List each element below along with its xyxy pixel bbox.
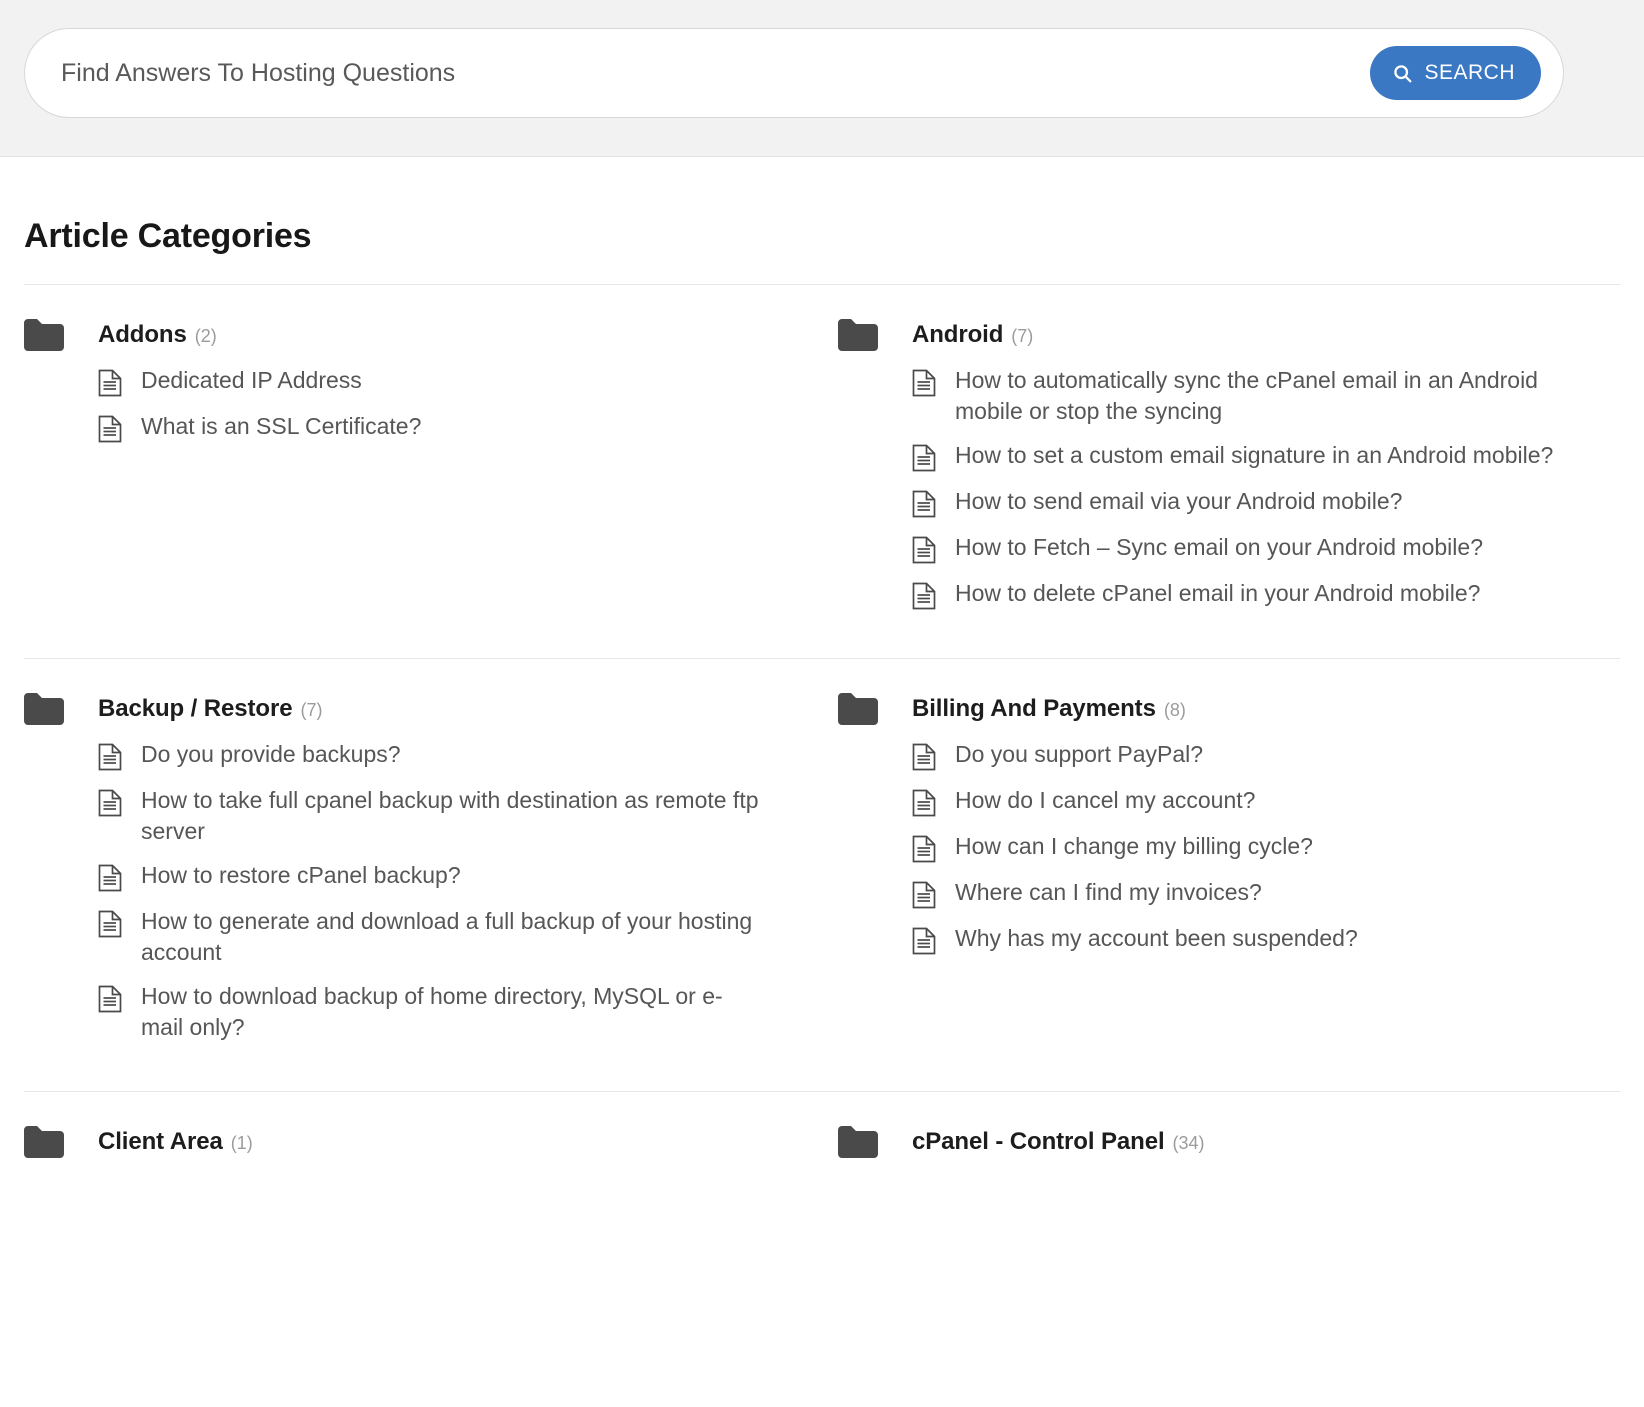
- list-item[interactable]: Where can I find my invoices?: [912, 877, 1580, 909]
- category-count: (2): [194, 326, 217, 346]
- list-item[interactable]: How to send email via your Android mobil…: [912, 486, 1580, 518]
- article-link[interactable]: How to set a custom email signature in a…: [955, 440, 1553, 471]
- article-list: Dedicated IP Address What is an SSL Cert…: [24, 365, 782, 443]
- document-icon: [912, 536, 938, 564]
- article-list: Do you support PayPal? How do I cancel m…: [838, 739, 1580, 955]
- document-icon: [912, 743, 938, 771]
- category-header[interactable]: Android (7): [838, 319, 1580, 351]
- document-icon: [98, 910, 124, 938]
- document-icon: [912, 881, 938, 909]
- article-link[interactable]: How to download backup of home directory…: [141, 981, 761, 1042]
- category-block-billing-and-payments: Billing And Payments (8) Do you support …: [822, 659, 1620, 1090]
- list-item[interactable]: How to download backup of home directory…: [98, 981, 782, 1042]
- page-title: Article Categories: [24, 217, 312, 255]
- article-link[interactable]: Where can I find my invoices?: [955, 877, 1262, 908]
- folder-icon: [24, 693, 68, 726]
- category-row: Client Area (1) cPanel - Control Panel (…: [24, 1092, 1620, 1158]
- list-item[interactable]: What is an SSL Certificate?: [98, 411, 782, 443]
- article-link[interactable]: What is an SSL Certificate?: [141, 411, 421, 442]
- list-item[interactable]: How to Fetch – Sync email on your Androi…: [912, 532, 1580, 564]
- category-header[interactable]: cPanel - Control Panel (34): [838, 1125, 1580, 1158]
- list-item[interactable]: How to generate and download a full back…: [98, 906, 782, 967]
- document-icon: [912, 582, 938, 610]
- category-title: Addons: [98, 321, 187, 348]
- document-icon: [912, 927, 938, 955]
- list-item[interactable]: How do I cancel my account?: [912, 785, 1580, 817]
- list-item[interactable]: How to restore cPanel backup?: [98, 860, 782, 892]
- category-block-client-area: Client Area (1): [24, 1092, 822, 1158]
- list-item[interactable]: How to set a custom email signature in a…: [912, 440, 1580, 472]
- document-icon: [912, 490, 938, 518]
- search-button[interactable]: SEARCH: [1370, 46, 1541, 100]
- list-item[interactable]: How to take full cpanel backup with dest…: [98, 785, 782, 846]
- folder-icon: [838, 319, 882, 351]
- list-item[interactable]: How to delete cPanel email in your Andro…: [912, 578, 1580, 610]
- category-title: Backup / Restore: [98, 695, 293, 723]
- category-title: cPanel - Control Panel: [912, 1127, 1165, 1155]
- category-header[interactable]: Addons (2): [24, 319, 782, 351]
- document-icon: [98, 369, 124, 397]
- document-icon: [98, 864, 124, 892]
- article-list: How to automatically sync the cPanel ema…: [838, 365, 1580, 610]
- article-list: Do you provide backups? How to take full…: [24, 739, 782, 1042]
- document-icon: [98, 743, 124, 771]
- category-title: Client Area: [98, 1127, 223, 1155]
- category-count: (8): [1163, 700, 1186, 721]
- article-link[interactable]: Do you provide backups?: [141, 739, 401, 770]
- article-link[interactable]: Why has my account been suspended?: [955, 923, 1358, 954]
- search-band: SEARCH: [0, 0, 1644, 157]
- document-icon: [912, 444, 938, 472]
- list-item[interactable]: Why has my account been suspended?: [912, 923, 1580, 955]
- category-block-cpanel-control-panel: cPanel - Control Panel (34): [822, 1092, 1620, 1158]
- list-item[interactable]: Do you support PayPal?: [912, 739, 1580, 771]
- search-button-label: SEARCH: [1424, 61, 1515, 84]
- document-icon: [98, 985, 124, 1013]
- page-content: Article Categories Addons (2) Dedicated …: [0, 217, 1644, 1158]
- category-block-addons: Addons (2) Dedicated IP Address What is …: [24, 285, 822, 658]
- document-icon: [98, 415, 124, 443]
- folder-icon: [24, 1125, 68, 1158]
- document-icon: [912, 789, 938, 817]
- category-count: (7): [1011, 326, 1034, 346]
- folder-icon: [838, 693, 882, 726]
- category-block-backup-restore: Backup / Restore (7) Do you provide back…: [24, 659, 822, 1090]
- category-header[interactable]: Backup / Restore (7): [24, 693, 782, 726]
- document-icon: [98, 789, 124, 817]
- category-count: (7): [300, 700, 323, 721]
- category-block-android: Android (7) How to automatically sync th…: [822, 285, 1620, 658]
- article-link[interactable]: How to generate and download a full back…: [141, 906, 761, 967]
- category-row: Addons (2) Dedicated IP Address What is …: [24, 285, 1620, 658]
- article-link[interactable]: How to restore cPanel backup?: [141, 860, 461, 891]
- article-link[interactable]: How to Fetch – Sync email on your Androi…: [955, 532, 1483, 563]
- folder-icon: [838, 1125, 882, 1158]
- category-row: Backup / Restore (7) Do you provide back…: [24, 659, 1620, 1090]
- article-link[interactable]: How to automatically sync the cPanel ema…: [955, 365, 1575, 426]
- article-link[interactable]: Do you support PayPal?: [955, 739, 1203, 770]
- category-title: Billing And Payments: [912, 695, 1156, 723]
- list-item[interactable]: How can I change my billing cycle?: [912, 831, 1580, 863]
- article-link[interactable]: How to send email via your Android mobil…: [955, 486, 1402, 517]
- search-box[interactable]: SEARCH: [24, 28, 1564, 118]
- list-item[interactable]: Dedicated IP Address: [98, 365, 782, 397]
- category-header[interactable]: Billing And Payments (8): [838, 693, 1580, 726]
- search-input[interactable]: [25, 30, 1563, 116]
- article-link[interactable]: How to take full cpanel backup with dest…: [141, 785, 761, 846]
- folder-icon: [24, 319, 68, 351]
- list-item[interactable]: Do you provide backups?: [98, 739, 782, 771]
- search-icon: [1392, 63, 1413, 84]
- category-title: Android: [912, 321, 1004, 348]
- category-count: (1): [230, 1132, 253, 1153]
- category-header[interactable]: Client Area (1): [24, 1125, 782, 1158]
- document-icon: [912, 835, 938, 863]
- article-link[interactable]: How to delete cPanel email in your Andro…: [955, 578, 1480, 609]
- article-link[interactable]: Dedicated IP Address: [141, 365, 362, 396]
- article-link[interactable]: How can I change my billing cycle?: [955, 831, 1313, 862]
- category-count: (34): [1172, 1132, 1205, 1153]
- article-link[interactable]: How do I cancel my account?: [955, 785, 1255, 816]
- document-icon: [912, 369, 938, 397]
- list-item[interactable]: How to automatically sync the cPanel ema…: [912, 365, 1580, 426]
